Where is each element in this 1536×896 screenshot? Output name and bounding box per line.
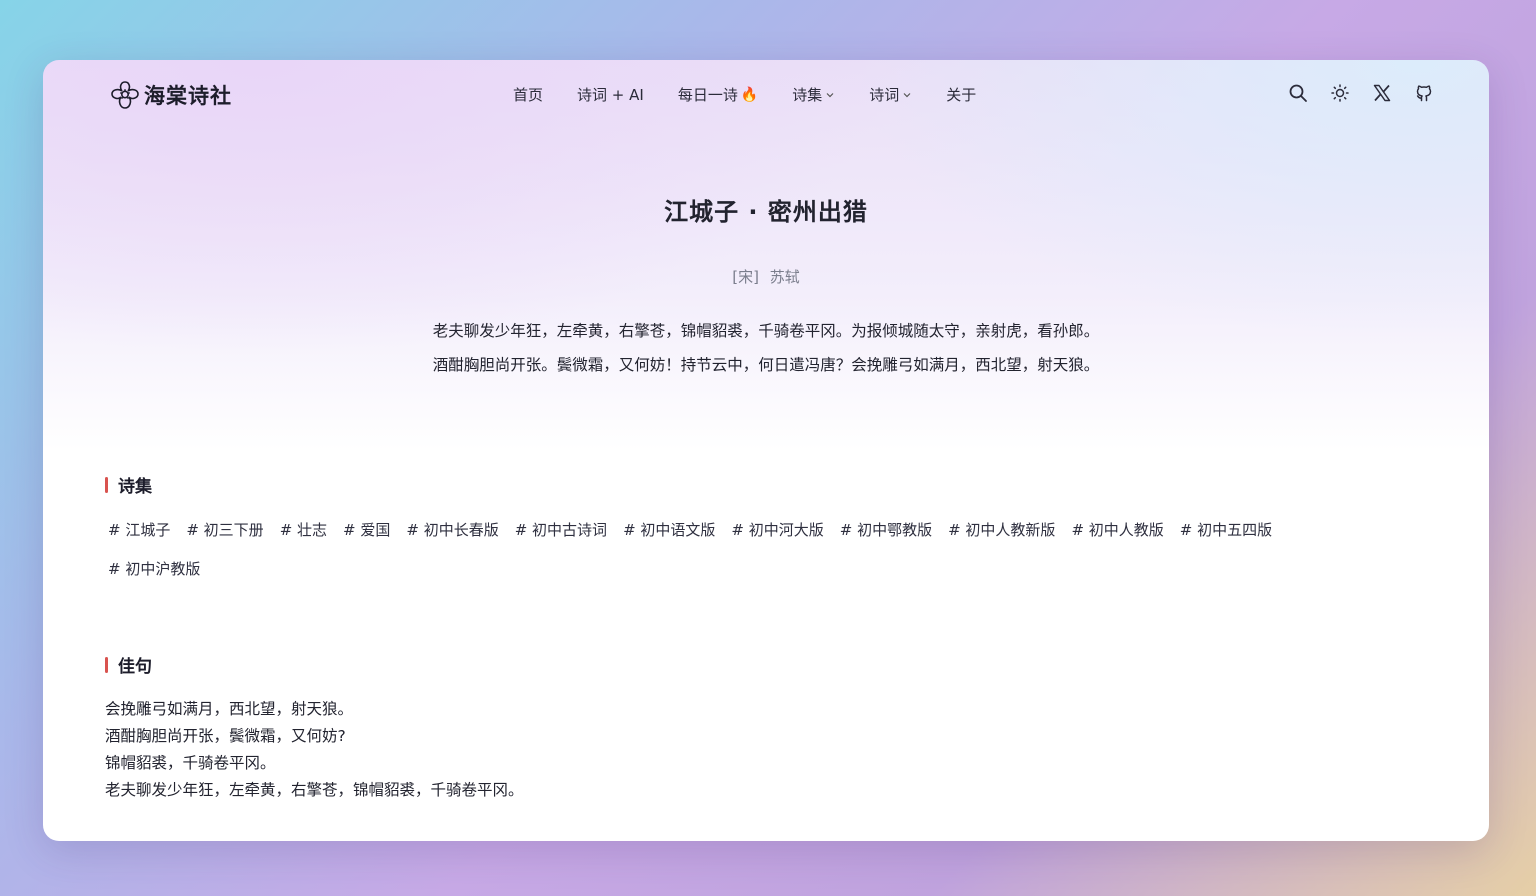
nav-home-label: 首页 bbox=[513, 86, 544, 104]
famous-line: 老夫聊发少年狂，左牵黄，右擎苍，锦帽貂裘，千骑卷平冈。 bbox=[105, 781, 524, 799]
sun-icon bbox=[1331, 84, 1349, 102]
poem-author[interactable]: 苏轼 bbox=[770, 268, 800, 286]
x-link[interactable] bbox=[1372, 83, 1392, 103]
github-icon bbox=[1416, 85, 1432, 102]
main-nav: 首页 诗词 + AI 每日一诗 🔥 诗集 诗词 关于 bbox=[513, 84, 1010, 105]
collection-tag[interactable]: # 初中沪教版 bbox=[108, 559, 200, 580]
x-logo-icon bbox=[1373, 84, 1391, 102]
famous-line: 会挽雕弓如满月，西北望，射天狼。 bbox=[105, 700, 354, 718]
poem-body: 老夫聊发少年狂，左牵黄，右擎苍，锦帽貂裘，千骑卷平冈。为报倾城随太守，亲射虎，看… bbox=[43, 314, 1489, 382]
collection-tag[interactable]: # 爱国 bbox=[343, 520, 390, 541]
nav-daily-poem[interactable]: 每日一诗 🔥 bbox=[678, 84, 758, 105]
collections-heading: 诗集 bbox=[105, 472, 152, 497]
famous-lines-heading: 佳句 bbox=[105, 652, 152, 677]
nav-poems-label: 诗词 bbox=[869, 86, 900, 104]
collection-tag[interactable]: # 初中人教版 bbox=[1071, 520, 1163, 541]
poem-line: 老夫聊发少年狂，左牵黄，右擎苍，锦帽貂裘，千骑卷平冈。为报倾城随太守，亲射虎，看… bbox=[432, 322, 1100, 340]
nav-poems-dropdown[interactable]: 诗词 bbox=[869, 84, 912, 105]
search-icon bbox=[1289, 84, 1307, 102]
nav-about-label: 关于 bbox=[946, 86, 977, 104]
header-tools bbox=[1288, 83, 1434, 103]
brand-name: 海棠诗社 bbox=[144, 84, 232, 108]
collection-tag[interactable]: # 初中河大版 bbox=[731, 520, 823, 541]
famous-line: 酒酣胸胆尚开张，鬓微霜，又何妨? bbox=[105, 727, 346, 745]
poem-dynasty: [宋] bbox=[732, 268, 759, 286]
collection-tag[interactable]: # 初三下册 bbox=[186, 520, 263, 541]
collection-tag[interactable]: # 壮志 bbox=[280, 520, 327, 541]
flower-icon bbox=[111, 81, 139, 109]
nav-poetry-ai[interactable]: 诗词 + AI bbox=[577, 84, 644, 105]
fire-icon: 🔥 bbox=[740, 86, 759, 103]
poem-title: 江城子 · 密州出猎 bbox=[664, 198, 868, 226]
collection-tags: # 江城子 # 初三下册 # 壮志 # 爱国 # 初中长春版 # 初中古诗词 #… bbox=[108, 520, 1368, 580]
famous-line: 锦帽貂裘，千骑卷平冈。 bbox=[105, 754, 276, 772]
famous-lines-heading-label: 佳句 bbox=[118, 657, 152, 677]
poem-author-line: [宋] 苏轼 bbox=[43, 266, 1489, 287]
nav-poetry-ai-label: 诗词 + AI bbox=[577, 86, 644, 104]
famous-lines-list: 会挽雕弓如满月，西北望，射天狼。 酒酣胸胆尚开张，鬓微霜，又何妨? 锦帽貂裘，千… bbox=[105, 696, 524, 804]
collection-tag[interactable]: # 初中鄂教版 bbox=[840, 520, 932, 541]
heading-accent-bar bbox=[105, 476, 108, 493]
collection-tag[interactable]: # 初中古诗词 bbox=[515, 520, 607, 541]
collection-tag[interactable]: # 初中长春版 bbox=[406, 520, 498, 541]
chevron-down-icon bbox=[826, 92, 834, 97]
theme-toggle-button[interactable] bbox=[1330, 83, 1350, 103]
app-window: 海棠诗社 首页 诗词 + AI 每日一诗 🔥 诗集 诗词 关于 江城子 · 密州… bbox=[43, 60, 1489, 841]
collection-tag[interactable]: # 初中语文版 bbox=[623, 520, 715, 541]
chevron-down-icon bbox=[903, 92, 911, 97]
collection-tag[interactable]: # 初中人教新版 bbox=[948, 520, 1055, 541]
nav-about[interactable]: 关于 bbox=[946, 84, 976, 105]
poem-line: 酒酣胸胆尚开张。鬓微霜，又何妨！持节云中，何日遣冯唐？会挽雕弓如满月，西北望，射… bbox=[432, 356, 1100, 374]
top-navbar: 海棠诗社 首页 诗词 + AI 每日一诗 🔥 诗集 诗词 关于 bbox=[43, 60, 1489, 130]
github-link[interactable] bbox=[1414, 83, 1434, 103]
nav-collections-dropdown[interactable]: 诗集 bbox=[792, 84, 835, 105]
nav-home[interactable]: 首页 bbox=[513, 84, 543, 105]
collections-heading-label: 诗集 bbox=[118, 477, 152, 497]
collection-tag[interactable]: # 江城子 bbox=[108, 520, 170, 541]
nav-collections-label: 诗集 bbox=[792, 86, 823, 104]
nav-daily-poem-label: 每日一诗 bbox=[677, 86, 738, 104]
collection-tag[interactable]: # 初中五四版 bbox=[1180, 520, 1272, 541]
search-button[interactable] bbox=[1288, 83, 1308, 103]
brand-logo[interactable]: 海棠诗社 bbox=[108, 78, 232, 112]
heading-accent-bar bbox=[105, 656, 108, 673]
